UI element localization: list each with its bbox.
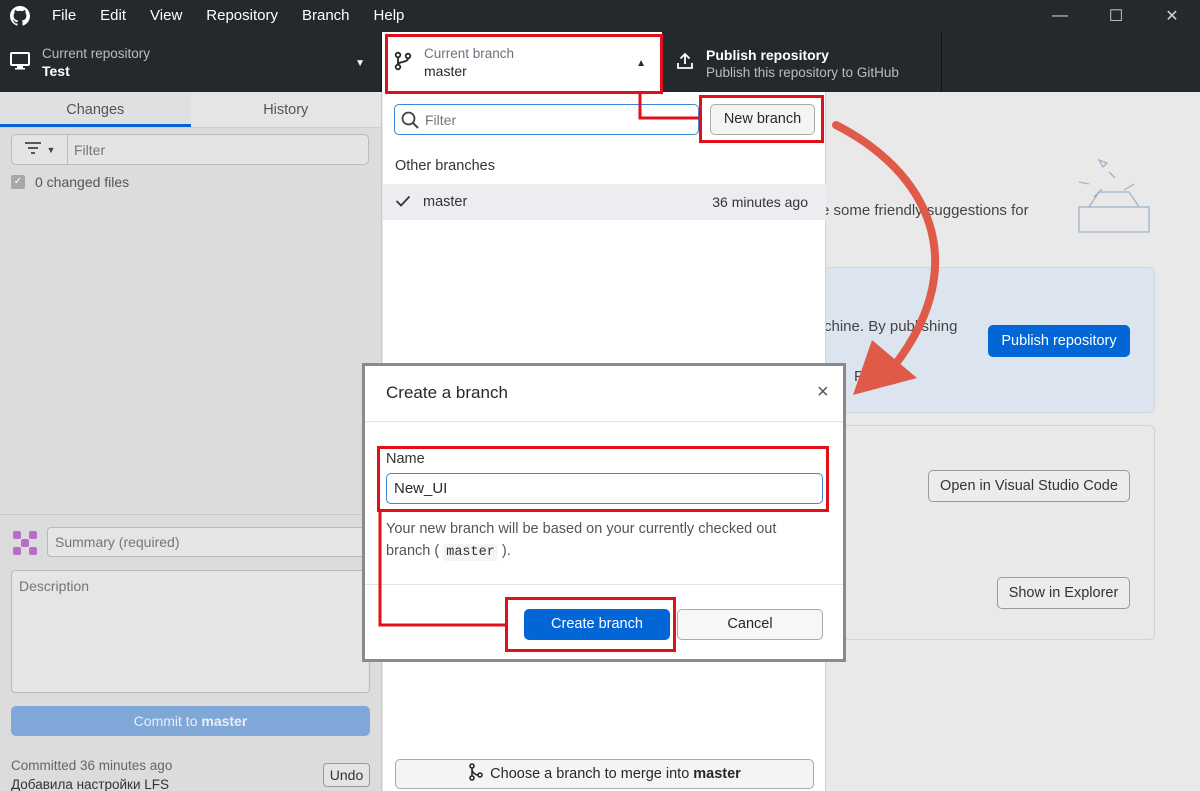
publish-card-text-2: P: [854, 368, 865, 385]
changed-files-row: ✓ 0 changed files: [11, 174, 381, 190]
tab-changes[interactable]: Changes: [0, 92, 191, 127]
menu-file[interactable]: File: [40, 0, 88, 32]
close-window-button[interactable]: ✕: [1144, 0, 1200, 32]
menu-edit[interactable]: Edit: [88, 0, 138, 32]
branch-icon: [394, 51, 412, 74]
undo-button[interactable]: Undo: [323, 763, 370, 787]
select-all-checkbox[interactable]: ✓: [11, 175, 25, 189]
merge-branch-button[interactable]: Choose a branch to merge into master: [395, 759, 814, 789]
commit-label: Commit to: [133, 713, 202, 729]
branch-name: master: [424, 62, 467, 79]
upload-icon: [676, 52, 694, 73]
merge-label: Choose a branch to merge into: [490, 766, 690, 782]
branch-filter-input[interactable]: [425, 111, 698, 128]
illustration-icon: [1069, 152, 1159, 242]
menu-repository[interactable]: Repository: [194, 0, 290, 32]
caret-down-icon: ▼: [355, 58, 365, 69]
commit-button[interactable]: Commit to master: [11, 706, 370, 736]
commit-area: Commit to master Committed 36 minutes ag…: [0, 514, 381, 791]
caret-up-icon: ▲: [636, 58, 646, 69]
open-in-vscode-button[interactable]: Open in Visual Studio Code: [928, 470, 1130, 502]
check-icon: [383, 194, 423, 210]
suggestions-text: e some friendly suggestions for: [821, 202, 1029, 219]
repository-text: Current repository Test: [42, 46, 150, 79]
sidebar-tabs: Changes History: [0, 92, 381, 128]
merge-icon: [468, 763, 484, 785]
toolbar: Current repository Test ▼ Current branch…: [0, 32, 1200, 92]
create-branch-dialog: Create a branch × Name Your new branch w…: [362, 363, 846, 662]
github-logo-icon: [0, 0, 40, 32]
search-icon: [395, 111, 425, 129]
branch-text: Current branch master: [424, 46, 514, 79]
commit-branch: master: [201, 713, 248, 729]
caret-down-icon: ▼: [46, 144, 56, 155]
current-repository-button[interactable]: Current repository Test ▼: [0, 32, 382, 92]
show-in-explorer-button[interactable]: Show in Explorer: [997, 577, 1130, 609]
cancel-button[interactable]: Cancel: [677, 609, 823, 640]
dialog-title: Create a branch: [386, 383, 508, 402]
window-controls: — ☐ ✕: [1032, 0, 1200, 32]
list-item[interactable]: master 36 minutes ago: [383, 184, 826, 220]
branch-filter-row: [394, 104, 699, 135]
publish-repository-button[interactable]: Publish repository: [988, 325, 1130, 357]
current-branch-button[interactable]: Current branch master ▲: [382, 32, 662, 92]
branch-name-input[interactable]: [386, 473, 823, 504]
filter-options-button[interactable]: ▼: [12, 135, 68, 164]
publish-title: Publish repository: [706, 46, 829, 63]
dialog-divider: [365, 421, 843, 422]
create-branch-button[interactable]: Create branch: [524, 609, 670, 640]
publish-card-text: chine. By publishing: [824, 318, 958, 335]
merge-branch-name: master: [693, 766, 741, 782]
desc-text-end: ).: [501, 543, 511, 559]
other-branches-heading: Other branches: [395, 158, 495, 174]
close-icon[interactable]: ×: [817, 382, 829, 402]
changed-files-count: 0 changed files: [35, 174, 130, 190]
menu-bar: File Edit View Repository Branch Help: [40, 0, 416, 32]
branch-item-time: 36 minutes ago: [712, 194, 808, 210]
computer-icon: [10, 51, 30, 73]
publish-subtitle: Publish this repository to GitHub: [706, 64, 899, 80]
description-input[interactable]: [11, 570, 370, 693]
publish-repository-toolbar-button[interactable]: Publish repository Publish this reposito…: [662, 32, 942, 92]
publish-text: Publish repository Publish this reposito…: [706, 45, 899, 80]
name-label: Name: [386, 451, 425, 467]
repository-name: Test: [42, 62, 70, 79]
dialog-divider: [365, 584, 843, 585]
menu-branch[interactable]: Branch: [290, 0, 362, 32]
menu-help[interactable]: Help: [362, 0, 417, 32]
title-bar: File Edit View Repository Branch Help — …: [0, 0, 1200, 32]
repository-label: Current repository: [42, 45, 151, 61]
filter-icon: [24, 142, 42, 157]
tab-history[interactable]: History: [191, 92, 382, 127]
avatar: [11, 529, 39, 557]
last-commit-time: Committed 36 minutes ago: [11, 758, 173, 773]
changes-filter-input[interactable]: [68, 135, 368, 164]
changes-filter-row: ▼: [11, 134, 369, 165]
branch-item-name: master: [423, 194, 468, 210]
last-commit-message: Добавила настройки LFS: [11, 777, 169, 791]
dialog-description: Your new branch will be based on your cu…: [386, 518, 806, 564]
minimize-button[interactable]: —: [1032, 0, 1088, 32]
desc-branch-code: master: [443, 544, 498, 561]
summary-input[interactable]: [47, 527, 367, 557]
menu-view[interactable]: View: [138, 0, 194, 32]
maximize-button[interactable]: ☐: [1088, 0, 1144, 32]
sidebar: Changes History ▼ ✓ 0 changed files Comm…: [0, 92, 382, 791]
branch-label: Current branch: [424, 45, 515, 61]
new-branch-button[interactable]: New branch: [710, 104, 815, 135]
